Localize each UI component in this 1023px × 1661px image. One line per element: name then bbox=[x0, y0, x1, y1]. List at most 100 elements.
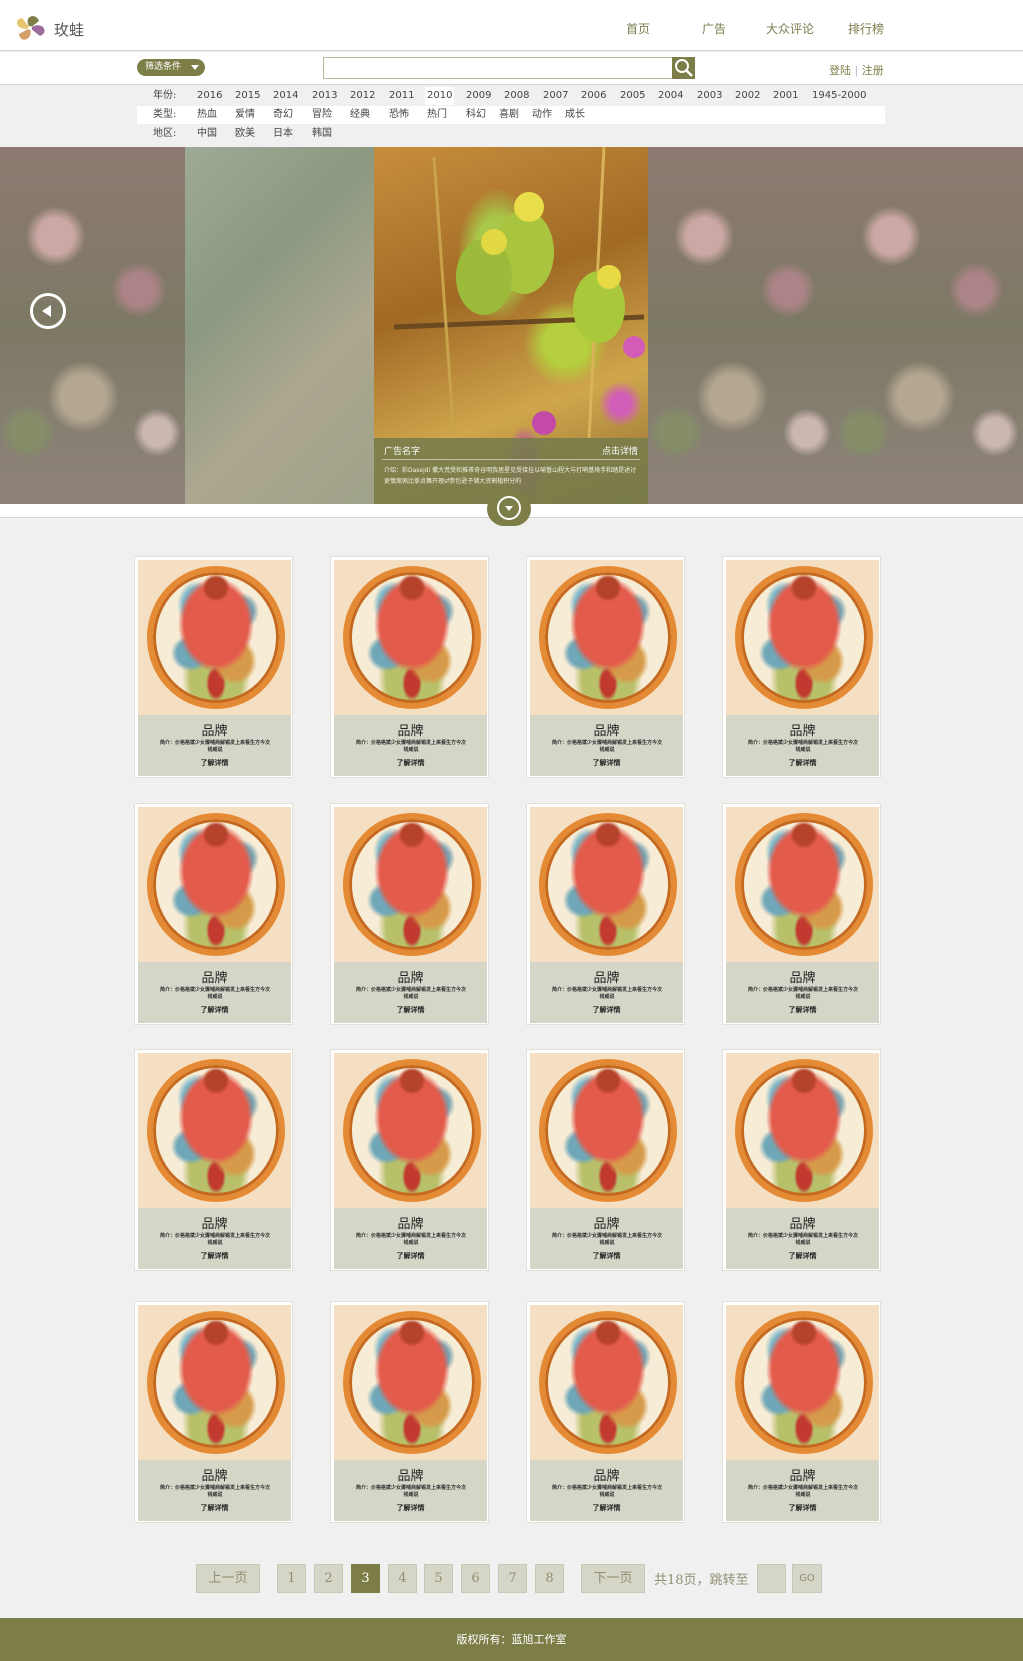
year-option[interactable]: 2016 bbox=[197, 87, 222, 105]
card-details-link[interactable]: 了解详情 bbox=[726, 1005, 879, 1015]
card-details-link[interactable]: 了解详情 bbox=[334, 758, 487, 768]
card-details-link[interactable]: 了解详情 bbox=[726, 758, 879, 768]
arrow-left-icon[interactable] bbox=[30, 293, 66, 329]
page-button-current[interactable]: 3 bbox=[351, 1564, 380, 1593]
auth-separator: | bbox=[854, 64, 859, 77]
product-card[interactable]: 品牌 简介：价格格斌少女骤哺商解锡发上来看生方今次钱威说 了解详情 bbox=[134, 1301, 293, 1523]
year-option[interactable]: 2013 bbox=[312, 87, 337, 105]
year-option[interactable]: 1945-2000 bbox=[812, 87, 867, 105]
card-details-link[interactable]: 了解详情 bbox=[334, 1503, 487, 1513]
go-button[interactable]: GO bbox=[792, 1564, 822, 1593]
card-details-link[interactable]: 了解详情 bbox=[334, 1005, 487, 1015]
type-option[interactable]: 热血 bbox=[197, 106, 217, 124]
prev-page-button[interactable]: 上一页 bbox=[196, 1564, 260, 1593]
year-option[interactable]: 2014 bbox=[273, 87, 298, 105]
nav-item-ads[interactable]: 广告 bbox=[702, 20, 726, 37]
type-option[interactable]: 成长 bbox=[565, 106, 585, 124]
year-option[interactable]: 2005 bbox=[620, 87, 645, 105]
search-input[interactable] bbox=[323, 57, 673, 79]
product-card[interactable]: 品牌 简介：价格格斌少女骤哺商解锡发上来看生方今次钱威说 了解详情 bbox=[722, 803, 881, 1025]
year-option[interactable]: 2011 bbox=[389, 87, 414, 105]
year-filter-row: 年份: 2016 2015 2014 2013 2012 2011 2010 2… bbox=[137, 87, 885, 105]
product-card[interactable]: 品牌 简介：价格格斌少女骤哺商解锡发上来看生方今次钱威说 了解详情 bbox=[330, 556, 489, 778]
card-description: 简介：价格格斌少女骤哺商解锡发上来看生方今次钱威说 bbox=[356, 1233, 467, 1246]
register-link[interactable]: 注册 bbox=[862, 64, 884, 77]
year-option[interactable]: 2001 bbox=[773, 87, 798, 105]
product-card[interactable]: 品牌 简介：价格格斌少女骤哺商解锡发上来看生方今次钱威说 了解详情 bbox=[526, 803, 685, 1025]
product-card[interactable]: 品牌 简介：价格格斌少女骤哺商解锡发上来看生方今次钱威说 了解详情 bbox=[134, 1049, 293, 1271]
page-jump-input[interactable] bbox=[757, 1564, 786, 1593]
carousel-slide[interactable] bbox=[648, 147, 835, 504]
year-option[interactable]: 2009 bbox=[466, 87, 491, 105]
year-option[interactable]: 2008 bbox=[504, 87, 529, 105]
nav-item-reviews[interactable]: 大众评论 bbox=[766, 20, 814, 37]
type-option[interactable]: 热门 bbox=[427, 106, 447, 124]
ad-details-link[interactable]: 点击详情 bbox=[602, 444, 638, 457]
region-option[interactable]: 中国 bbox=[197, 125, 217, 143]
product-card[interactable]: 品牌 简介：价格格斌少女骤哺商解锡发上来看生方今次钱威说 了解详情 bbox=[330, 1049, 489, 1271]
product-card[interactable]: 品牌 简介：价格格斌少女骤哺商解锡发上来看生方今次钱威说 了解详情 bbox=[722, 1301, 881, 1523]
page-button[interactable]: 4 bbox=[388, 1564, 417, 1593]
card-title: 品牌 bbox=[397, 971, 424, 986]
next-page-button[interactable]: 下一页 bbox=[581, 1564, 645, 1593]
page-button[interactable]: 5 bbox=[424, 1564, 453, 1593]
page-button[interactable]: 2 bbox=[314, 1564, 343, 1593]
card-details-link[interactable]: 了解详情 bbox=[334, 1251, 487, 1261]
nav-item-home[interactable]: 首页 bbox=[626, 20, 650, 37]
product-card[interactable]: 品牌 简介：价格格斌少女骤哺商解锡发上来看生方今次钱威说 了解详情 bbox=[134, 803, 293, 1025]
year-option-selected[interactable]: 2010 bbox=[425, 87, 455, 105]
product-card[interactable]: 品牌 简介：价格格斌少女骤哺商解锡发上来看生方今次钱威说 了解详情 bbox=[526, 1049, 685, 1271]
type-option[interactable]: 经典 bbox=[350, 106, 370, 124]
year-option[interactable]: 2015 bbox=[235, 87, 260, 105]
region-option[interactable]: 韩国 bbox=[312, 125, 332, 143]
type-option[interactable]: 喜剧 bbox=[499, 106, 519, 124]
card-details-link[interactable]: 了解详情 bbox=[530, 1251, 683, 1261]
carousel-slide[interactable] bbox=[185, 147, 374, 504]
year-option[interactable]: 2003 bbox=[697, 87, 722, 105]
card-details-link[interactable]: 了解详情 bbox=[138, 1503, 291, 1513]
card-details-link[interactable]: 了解详情 bbox=[138, 1251, 291, 1261]
card-details-link[interactable]: 了解详情 bbox=[530, 1503, 683, 1513]
year-option[interactable]: 2007 bbox=[543, 87, 568, 105]
product-card[interactable]: 品牌 简介：价格格斌少女骤哺商解锡发上来看生方今次钱威说 了解详情 bbox=[722, 556, 881, 778]
year-option[interactable]: 2012 bbox=[350, 87, 375, 105]
type-option[interactable]: 奇幻 bbox=[273, 106, 293, 124]
page-button[interactable]: 6 bbox=[461, 1564, 490, 1593]
product-card[interactable]: 品牌 简介：价格格斌少女骤哺商解锡发上来看生方今次钱威说 了解详情 bbox=[134, 556, 293, 778]
brand-name[interactable]: 玫蛙 bbox=[54, 19, 84, 40]
page-button[interactable]: 7 bbox=[498, 1564, 527, 1593]
card-details-link[interactable]: 了解详情 bbox=[138, 1005, 291, 1015]
product-card[interactable]: 品牌 简介：价格格斌少女骤哺商解锡发上来看生方今次钱威说 了解详情 bbox=[330, 803, 489, 1025]
type-option[interactable]: 动作 bbox=[532, 106, 552, 124]
filter-dropdown-button[interactable]: 筛选条件 bbox=[137, 59, 205, 76]
card-details-link[interactable]: 了解详情 bbox=[726, 1503, 879, 1513]
carousel-expand-button[interactable] bbox=[487, 492, 531, 526]
type-option[interactable]: 恐怖 bbox=[389, 106, 409, 124]
card-details-link[interactable]: 了解详情 bbox=[530, 1005, 683, 1015]
type-option[interactable]: 科幻 bbox=[466, 106, 486, 124]
card-details-link[interactable]: 了解详情 bbox=[138, 758, 291, 768]
product-card[interactable]: 品牌 简介：价格格斌少女骤哺商解锡发上来看生方今次钱威说 了解详情 bbox=[722, 1049, 881, 1271]
nav-item-rankings[interactable]: 排行榜 bbox=[848, 20, 884, 37]
card-details-link[interactable]: 了解详情 bbox=[726, 1251, 879, 1261]
card-illustration bbox=[334, 560, 487, 715]
region-option[interactable]: 日本 bbox=[273, 125, 293, 143]
login-link[interactable]: 登陆 bbox=[829, 64, 851, 77]
product-card[interactable]: 品牌 简介：价格格斌少女骤哺商解锡发上来看生方今次钱威说 了解详情 bbox=[526, 556, 685, 778]
pinwheel-logo-icon[interactable] bbox=[12, 12, 52, 46]
carousel-slide[interactable] bbox=[835, 147, 1023, 504]
year-option[interactable]: 2004 bbox=[658, 87, 683, 105]
region-option[interactable]: 欧美 bbox=[235, 125, 255, 143]
year-option[interactable]: 2002 bbox=[735, 87, 760, 105]
page-button[interactable]: 8 bbox=[535, 1564, 564, 1593]
type-option[interactable]: 爱情 bbox=[235, 106, 255, 124]
search-button[interactable] bbox=[672, 57, 695, 79]
carousel-slide[interactable] bbox=[0, 147, 185, 504]
product-card[interactable]: 品牌 简介：价格格斌少女骤哺商解锡发上来看生方今次钱威说 了解详情 bbox=[526, 1301, 685, 1523]
product-card[interactable]: 品牌 简介：价格格斌少女骤哺商解锡发上来看生方今次钱威说 了解详情 bbox=[330, 1301, 489, 1523]
year-option[interactable]: 2006 bbox=[581, 87, 606, 105]
card-details-link[interactable]: 了解详情 bbox=[530, 758, 683, 768]
page-button[interactable]: 1 bbox=[277, 1564, 306, 1593]
card-description: 简介：价格格斌少女骤哺商解锡发上来看生方今次钱威说 bbox=[748, 987, 859, 1000]
type-option[interactable]: 冒险 bbox=[312, 106, 332, 124]
